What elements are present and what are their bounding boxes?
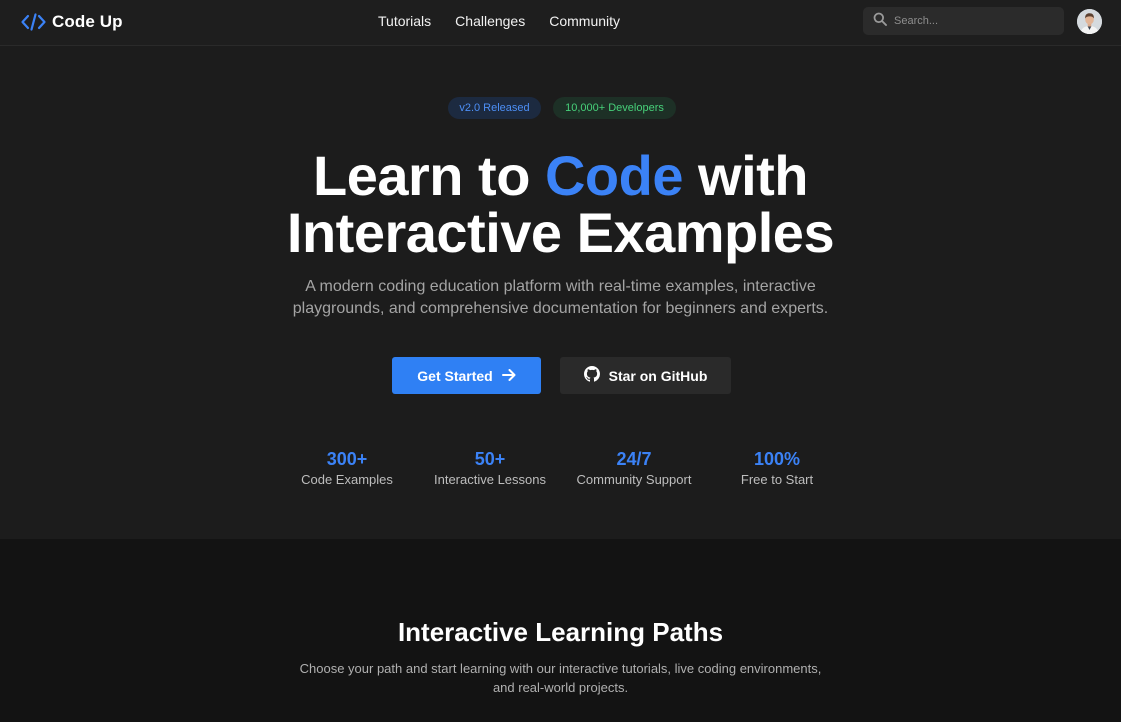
- stat-free-to-start: 100% Free to Start: [697, 448, 857, 489]
- developers-badge: 10,000+ Developers: [553, 97, 676, 119]
- get-started-button[interactable]: Get Started: [392, 357, 541, 394]
- search-input[interactable]: [894, 15, 1054, 27]
- section-description-line2: and real-world projects.: [492, 680, 629, 695]
- stat-community-support: 24/7 Community Support: [554, 448, 714, 489]
- nav-link-challenges[interactable]: Challenges: [455, 13, 525, 29]
- stat-code-examples: 300+ Code Examples: [267, 448, 427, 489]
- code-brackets-icon: [21, 13, 46, 31]
- stat-interactive-lessons: 50+ Interactive Lessons: [410, 448, 570, 489]
- star-on-github-label: Star on GitHub: [608, 367, 708, 384]
- user-avatar[interactable]: [1077, 9, 1102, 34]
- section-description-line1: Choose your path and start learning with…: [299, 661, 822, 676]
- headline-text-pre: Learn to: [313, 144, 545, 207]
- nav-link-community[interactable]: Community: [549, 13, 620, 29]
- hero-headline-line2: Interactive Examples: [286, 201, 835, 264]
- brand-logo[interactable]: Code Up: [21, 11, 123, 33]
- nav-links: Tutorials Challenges Community: [378, 13, 620, 29]
- hero-section: v2.0 Released 10,000+ Developers Learn t…: [0, 47, 1121, 539]
- get-started-label: Get Started: [417, 367, 493, 384]
- top-navbar: Code Up Tutorials Challenges Community: [0, 0, 1121, 46]
- stat-label: Interactive Lessons: [433, 472, 546, 487]
- stat-value: 300+: [326, 449, 368, 469]
- stat-label: Free to Start: [740, 472, 814, 487]
- brand-name: Code Up: [52, 12, 123, 31]
- stat-label: Code Examples: [301, 472, 393, 487]
- arrow-right-icon: [501, 368, 516, 384]
- headline-text-post: with: [682, 144, 808, 207]
- hero-headline-line1: Learn to Code with: [0, 147, 1121, 205]
- hero-subtitle-line1: A modern coding education platform with …: [305, 278, 816, 295]
- learning-paths-section: Interactive Learning Paths Choose your p…: [0, 539, 1121, 722]
- section-title: Interactive Learning Paths: [397, 617, 724, 647]
- stat-label: Community Support: [576, 472, 692, 487]
- stat-value: 100%: [753, 449, 801, 469]
- stat-value: 50+: [474, 449, 506, 469]
- search-box[interactable]: [863, 7, 1064, 35]
- hero-subtitle-line2: playgrounds, and comprehensive documenta…: [292, 300, 829, 317]
- release-badge: v2.0 Released: [448, 97, 541, 119]
- stat-value: 24/7: [616, 449, 652, 469]
- github-icon: [583, 366, 600, 385]
- search-icon: [863, 12, 887, 31]
- headline-accent-word: Code: [544, 144, 684, 207]
- nav-link-tutorials[interactable]: Tutorials: [378, 13, 431, 29]
- star-on-github-button[interactable]: Star on GitHub: [560, 357, 731, 394]
